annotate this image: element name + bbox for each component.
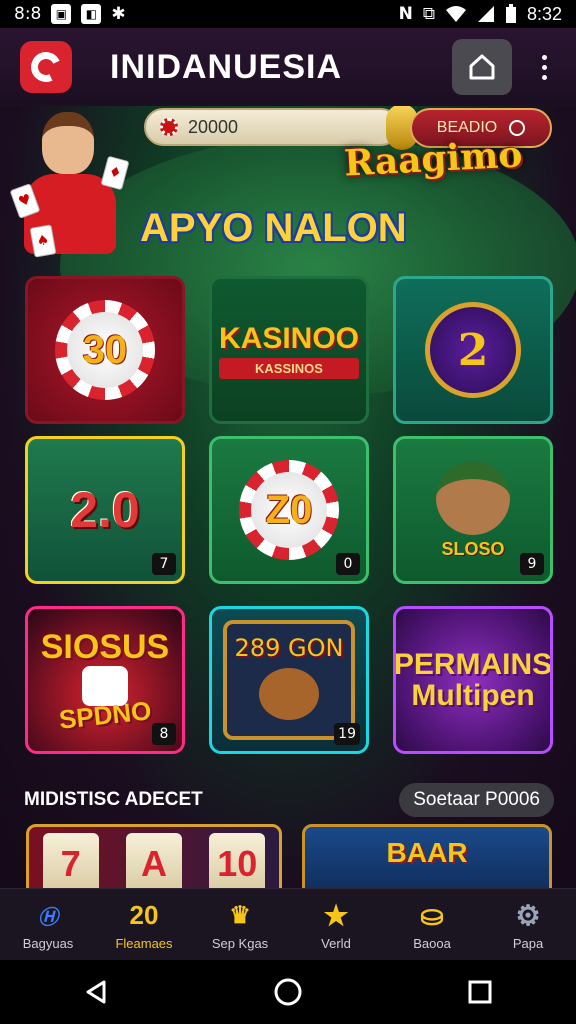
nav-item-baooa[interactable]: ⛀ Baooa xyxy=(388,898,476,952)
nav-label: Fleamaes xyxy=(115,936,173,951)
game-tile[interactable]: 2 xyxy=(393,276,553,424)
promo-card-title: BAAR xyxy=(386,837,468,868)
promo-banner[interactable]: ♥ ♠ ♦ 20000 BEADIO Raagimo APYO NALON xyxy=(0,106,576,396)
game-art-text: 30 xyxy=(67,312,143,388)
medallion-icon: 2 xyxy=(425,302,521,398)
wifi-icon xyxy=(445,6,466,22)
coins-icon: ⛀ xyxy=(420,899,444,931)
status-left: 8:8 ▣ ◧ ✱ xyxy=(14,4,126,24)
star-icon: ★ xyxy=(323,899,349,931)
notification-icon: ✱ xyxy=(111,4,126,24)
dealer-illustration: ♥ ♠ ♦ xyxy=(9,106,134,266)
section-see-all-button[interactable]: Soetaar P0006 xyxy=(399,783,554,817)
game-tile[interactable]: SIOSUS SPDNO 8 xyxy=(25,606,185,754)
vibrate-icon: ⧉ xyxy=(422,4,435,24)
game-art: 289 GON xyxy=(223,620,355,740)
back-icon xyxy=(86,980,106,1004)
nav-item-fleamaes[interactable]: 20 Fleamaes xyxy=(100,898,188,952)
app-logo-icon[interactable] xyxy=(20,41,72,93)
signal-icon xyxy=(477,6,494,22)
nav-label: Verld xyxy=(321,936,351,951)
balance-display[interactable]: 20000 xyxy=(144,108,400,146)
section-title: MIDISTISC ADECET xyxy=(24,789,203,810)
balance-value: 20000 xyxy=(188,116,239,137)
game-art-text: KASINOO xyxy=(218,321,359,355)
game-badge: 19 xyxy=(334,723,360,745)
battery-icon xyxy=(505,4,516,23)
nav-item-verld[interactable]: ★ Verld xyxy=(292,898,380,952)
chip-icon: Z0 xyxy=(239,460,339,560)
more-vert-icon[interactable] xyxy=(532,47,556,87)
slots-icon: Ⓗ xyxy=(38,906,58,929)
game-art-sub: Multipen xyxy=(411,679,535,712)
image-icon: ◧ xyxy=(81,4,102,24)
crown-icon: ♛ xyxy=(229,901,251,929)
app-header: INIDANUESIA xyxy=(0,28,576,106)
reel-symbol: 7 xyxy=(42,833,99,888)
game-tile[interactable]: 2.0 7 xyxy=(25,436,185,584)
nav-item-bagyuas[interactable]: Ⓗ Bagyuas xyxy=(4,898,92,952)
nfc-icon: N xyxy=(398,4,413,24)
game-art-text: SIOSUS xyxy=(40,627,170,666)
game-tile[interactable]: PERMAINS Multipen xyxy=(393,606,553,754)
game-badge: 8 xyxy=(152,723,176,745)
game-tile[interactable]: SLOSO 9 xyxy=(393,436,553,584)
game-art-text: 289 GON xyxy=(234,634,344,662)
promo-card-slots[interactable]: 7 A 10 xyxy=(26,824,282,888)
game-art-text: Z0 xyxy=(251,472,327,548)
game-art: KASINOO KASSINOS xyxy=(218,321,359,379)
promo-card-wheel[interactable]: BAAR xyxy=(302,824,552,888)
character-icon xyxy=(436,460,510,535)
section-header: MIDISTISC ADECET Soetaar P0006 xyxy=(24,782,554,818)
game-art-sub: SPDNO xyxy=(57,694,153,735)
game-art-sub: KASSINOS xyxy=(218,357,359,379)
photo-icon: ▣ xyxy=(51,4,72,24)
home-icon xyxy=(469,54,495,80)
game-tile[interactable]: Z0 0 xyxy=(209,436,369,584)
game-tile[interactable]: 289 GON 19 xyxy=(209,606,369,754)
status-bar: 8:8 ▣ ◧ ✱ N ⧉ 8:32 xyxy=(0,0,576,28)
back-button[interactable] xyxy=(68,964,124,1020)
game-art-text: SLOSO xyxy=(441,538,505,559)
nav-label: Sep Kgas xyxy=(211,936,269,951)
bear-icon xyxy=(259,668,319,720)
bottom-nav: Ⓗ Bagyuas 20 Fleamaes ♛ Sep Kgas ★ Verld… xyxy=(0,888,576,960)
game-art: SLOSO xyxy=(436,460,510,560)
chip-icon xyxy=(160,118,178,136)
game-badge: 7 xyxy=(152,553,176,575)
game-badge: 0 xyxy=(336,553,360,575)
status-time: 8:32 xyxy=(526,3,562,24)
nav-label: Bagyuas xyxy=(22,936,74,951)
game-art: PERMAINS Multipen xyxy=(393,647,553,712)
status-left-text: 8:8 xyxy=(14,4,42,24)
reel-symbol: 10 xyxy=(209,833,266,888)
square-recents-icon xyxy=(468,980,492,1004)
main-content: ♥ ♠ ♦ 20000 BEADIO Raagimo APYO NALON 30… xyxy=(0,106,576,888)
nav-label: Baooa xyxy=(413,936,451,951)
home-nav-button[interactable] xyxy=(260,964,316,1020)
game-art-text: 2 xyxy=(457,324,489,376)
promo-headline: APYO NALON xyxy=(140,206,407,250)
nav-item-papa[interactable]: ⚙ Papa xyxy=(484,898,572,952)
circle-home-icon xyxy=(274,978,302,1006)
game-art-text: 2.0 xyxy=(70,482,140,538)
recents-button[interactable] xyxy=(452,964,508,1020)
game-art: SIOSUS SPDNO xyxy=(40,627,170,735)
chip-icon: 30 xyxy=(55,300,155,400)
game-badge: 9 xyxy=(520,553,544,575)
game-tile[interactable]: KASINOO KASSINOS xyxy=(209,276,369,424)
home-button[interactable] xyxy=(452,39,512,95)
chip-20-icon: 20 xyxy=(129,899,159,930)
settings-icon: ⚙ xyxy=(515,899,541,931)
app-title: INIDANUESIA xyxy=(110,47,343,86)
reel-symbol: A xyxy=(125,833,182,888)
system-nav-bar xyxy=(0,960,576,1024)
nav-item-sep-kgas[interactable]: ♛ Sep Kgas xyxy=(196,898,284,952)
game-tile[interactable]: 30 xyxy=(25,276,185,424)
nav-label: Papa xyxy=(512,936,544,951)
game-art-text: PERMAINS xyxy=(393,647,553,681)
status-right: N ⧉ 8:32 xyxy=(399,4,562,25)
